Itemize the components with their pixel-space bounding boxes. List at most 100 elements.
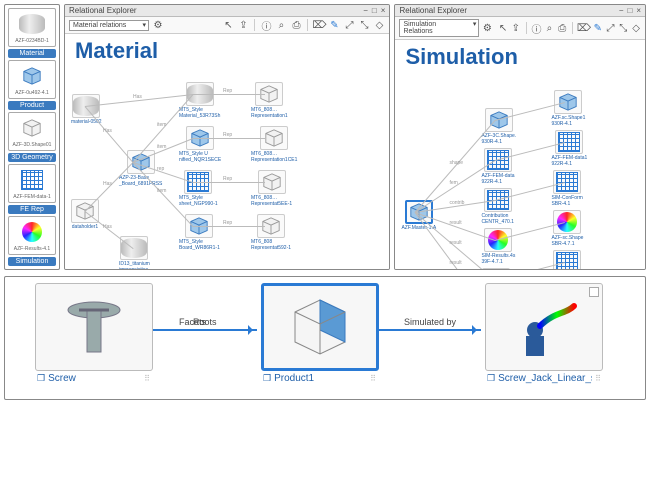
pin-icon[interactable]: ◇ (373, 19, 385, 31)
print-icon[interactable]: ⎙ (557, 22, 567, 34)
gear-icon[interactable]: ⚙ (482, 22, 492, 34)
relations-dropdown[interactable]: Simulation Relations (399, 19, 479, 37)
graph-node[interactable]: AZF.sc.Shape1930R-4.1 (551, 90, 585, 127)
drag-icon[interactable]: ⠿ (595, 374, 602, 383)
tag-icon[interactable]: ⌦ (578, 22, 590, 34)
graph-canvas-simulation[interactable]: Simulation AZF.Master-1.AAZF-3C.Shape.93… (395, 40, 645, 269)
graph-node[interactable]: MT6_808…Representat5EE-1 (251, 170, 292, 207)
cursor-icon[interactable]: ↖ (498, 22, 508, 34)
palette-item[interactable]: AZF-0234BD-1 (8, 8, 56, 47)
graph-canvas-material[interactable]: Material material-0502dataholder1AZP-23-… (65, 34, 389, 269)
graph-node[interactable]: dataholder1 (71, 199, 99, 230)
search-icon[interactable]: ⌕ (545, 22, 555, 34)
pin-icon[interactable]: ◇ (631, 22, 641, 34)
palette-item[interactable]: AZF-FEM-data-1 (8, 164, 56, 203)
share-icon[interactable]: ⇪ (511, 22, 521, 34)
palette-item[interactable]: AZF-0u492-4.1 (8, 60, 56, 99)
card-footer: ❒Screw⠿ (35, 371, 153, 386)
info-icon[interactable]: ⓘ (532, 22, 542, 34)
edge-label: contrib (449, 200, 464, 206)
graph-edge (85, 106, 134, 163)
graph-node[interactable]: MT6_808…Representation1 (251, 82, 288, 119)
gear-icon[interactable]: ⚙ (152, 19, 164, 31)
pen-icon[interactable]: ✎ (328, 19, 340, 31)
edge-label: Has (103, 181, 112, 187)
type-palette: AZF-0234BD-1 Material AZF-0u492-4.1 Product… (4, 4, 60, 270)
print-icon[interactable]: ⎙ (290, 19, 302, 31)
strip-card-product1[interactable]: ❒Product1⠿ (261, 283, 379, 386)
strip-card-screw[interactable]: ❒Screw⠿ (35, 283, 153, 386)
graph-node[interactable]: SIM-Results.39F-4.7.2 (481, 268, 510, 270)
graph-edge (85, 162, 134, 212)
palette-sep-product: Product (8, 101, 56, 110)
card-thumb (35, 283, 153, 371)
drag-icon[interactable]: ⠿ (370, 374, 377, 383)
overlay-title: Material (75, 38, 158, 64)
graph-node[interactable]: ContributionCENTR_470.1 (481, 188, 514, 225)
graph-edge (193, 182, 265, 183)
relations-dropdown[interactable]: Material relations (69, 20, 149, 31)
close-icon[interactable]: × (636, 6, 641, 15)
shrink-icon[interactable]: ⤡ (358, 19, 370, 31)
node-label: AZF-FEM-data922R-4.1 (481, 173, 514, 185)
node-label: MT5_StyleBoard_WR86R1-1 (179, 239, 220, 251)
edge-label: fem (449, 180, 457, 186)
card-label: Product1 (274, 373, 314, 384)
graph-node[interactable]: SIM-Results.4s39F-4.7.1 (481, 228, 515, 265)
graph-node[interactable]: AZF-FEM-data1922R-4.1 (551, 130, 587, 167)
palette-item[interactable]: AZF-Results-4.1 (8, 216, 56, 255)
palette-sep-material: Material (8, 49, 56, 58)
edge-label: result (449, 220, 461, 226)
node-label: MT5_Stylesheet_NGP990-1 (179, 195, 218, 207)
titlebar-text: Relational Explorer (69, 6, 137, 15)
shrink-icon[interactable]: ⤡ (618, 22, 628, 34)
graph-node[interactable]: SIM-ConFormSBR-4.1 (551, 170, 582, 207)
graph-node[interactable]: AZF-Standard360R-4.1 (551, 250, 582, 270)
palette-label: AZF-0234BD-1 (15, 38, 49, 44)
graph-node[interactable]: MT6_808…Representation1CE1 (251, 126, 297, 163)
graph-node[interactable]: MT6_808Representat592-1 (251, 214, 291, 251)
info-icon[interactable]: ⓘ (260, 19, 272, 31)
edge-label: Has (103, 224, 112, 230)
palette-item[interactable]: AZF-3D.Shape01 (8, 112, 56, 151)
tag-icon[interactable]: ⌦ (313, 19, 325, 31)
minimize-icon[interactable]: − (619, 6, 624, 15)
graph-node[interactable]: AZF-3C.Shape.930R-4.1 (481, 108, 516, 145)
graph-node[interactable]: AZF-sc.ShapeSBR-4.7.1 (551, 210, 583, 247)
drag-icon[interactable]: ⠿ (144, 374, 151, 383)
expand-icon[interactable]: ⤢ (343, 19, 355, 31)
toolbar-right: Simulation Relations ⚙ ↖ ⇪ ⓘ ⌕ ⎙ ⌦ ✎ ⤢ ⤡… (395, 17, 645, 40)
relation-arrow (379, 329, 481, 331)
pen-icon[interactable]: ✎ (593, 22, 603, 34)
maximize-icon[interactable]: □ (372, 6, 377, 15)
window-controls: − □ × (363, 6, 385, 15)
node-label: AZF.sc.Shape1930R-4.1 (551, 115, 585, 127)
card-thumb (485, 283, 603, 371)
palette-label: AZF-Results-4.1 (14, 246, 50, 252)
cube-icon (554, 90, 582, 114)
node-label: MT5_Style Unified_NQR1SECE (179, 151, 221, 163)
checkbox[interactable] (589, 287, 599, 297)
close-icon[interactable]: × (381, 6, 386, 15)
palette-label: AZF-FEM-data-1 (13, 194, 51, 200)
arrow-label: Simulated by (404, 317, 456, 327)
cylinder-icon (120, 236, 148, 260)
node-label: MT6_808…Representat5EE-1 (251, 195, 292, 207)
graph-node[interactable]: MT5_Stylesheet_NGP990-1 (179, 170, 218, 207)
cursor-icon[interactable]: ↖ (222, 19, 234, 31)
node-label: ID13_titaniumimprensistica (119, 261, 150, 270)
palette-sep-fe rep: FE Rep (8, 205, 56, 214)
share-icon[interactable]: ⇪ (237, 19, 249, 31)
maximize-icon[interactable]: □ (627, 6, 632, 15)
node-label: MT6_808…Representation1 (251, 107, 288, 119)
search-icon[interactable]: ⌕ (275, 19, 287, 31)
graph-node[interactable]: MT5_Style Unified_NQR1SECE (179, 126, 221, 163)
palette-sep-3d geometry: 3D Geometry (8, 153, 56, 162)
edge-label: Rep (223, 88, 232, 94)
grid-icon (555, 130, 583, 154)
expand-icon[interactable]: ⤢ (606, 22, 616, 34)
graph-edge (193, 226, 265, 227)
edge-label: shape (449, 160, 463, 166)
minimize-icon[interactable]: − (363, 6, 368, 15)
strip-card-screw_jack_linear_static_simulation[interactable]: ❒Screw_Jack_Linear_static_simulation⠿ (485, 283, 604, 386)
